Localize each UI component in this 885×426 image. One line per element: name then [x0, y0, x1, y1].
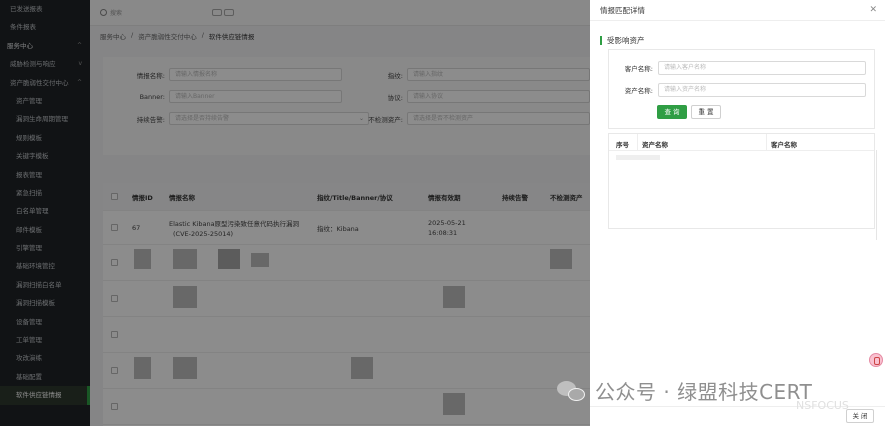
wechat-icon: [557, 379, 587, 403]
drawer-header: 情报匹配详情 ✕: [590, 0, 885, 21]
query-button[interactable]: 查 询: [657, 105, 687, 119]
intel-match-drawer: 情报匹配详情 ✕ 受影响资产 客户名称: 请输入客户名称 资产名称: 请输入资产…: [590, 0, 885, 426]
section-header: 受影响资产: [600, 35, 645, 46]
brand-watermark: NSFOCUS: [796, 399, 849, 412]
customer-name-input[interactable]: 请输入客户名称: [658, 61, 866, 75]
assistant-float-icon[interactable]: [869, 353, 883, 367]
customer-name-label: 客户名称:: [624, 65, 653, 73]
drawer-title: 情报匹配详情: [600, 5, 645, 15]
reset-button[interactable]: 重 置: [691, 105, 721, 119]
asset-name-label: 资产名称:: [624, 87, 653, 95]
watermark-text: 公众号 · 绿盟科技CERT: [595, 380, 813, 404]
drawer-scrollbar[interactable]: [876, 150, 877, 240]
asset-name-input[interactable]: 请输入资产名称: [658, 83, 866, 97]
modal-backdrop[interactable]: [0, 0, 590, 426]
col-index: 序号: [616, 141, 629, 149]
col-customer-name: 客户名称: [771, 141, 797, 149]
section-accent-bar: [600, 36, 602, 45]
result-table-header: 序号 资产名称 客户名称: [609, 134, 874, 151]
query-panel: 客户名称: 请输入客户名称 资产名称: 请输入资产名称 查 询 重 置: [608, 49, 875, 129]
close-icon[interactable]: ✕: [869, 5, 877, 15]
section-title: 受影响资产: [607, 36, 645, 45]
col-asset-name: 资产名称: [642, 141, 668, 149]
close-button[interactable]: 关 闭: [846, 409, 874, 423]
loading-placeholder: [616, 155, 660, 160]
watermark: 公众号 · 绿盟科技CERT: [557, 376, 812, 405]
affected-assets-table: 序号 资产名称 客户名称: [608, 133, 875, 229]
